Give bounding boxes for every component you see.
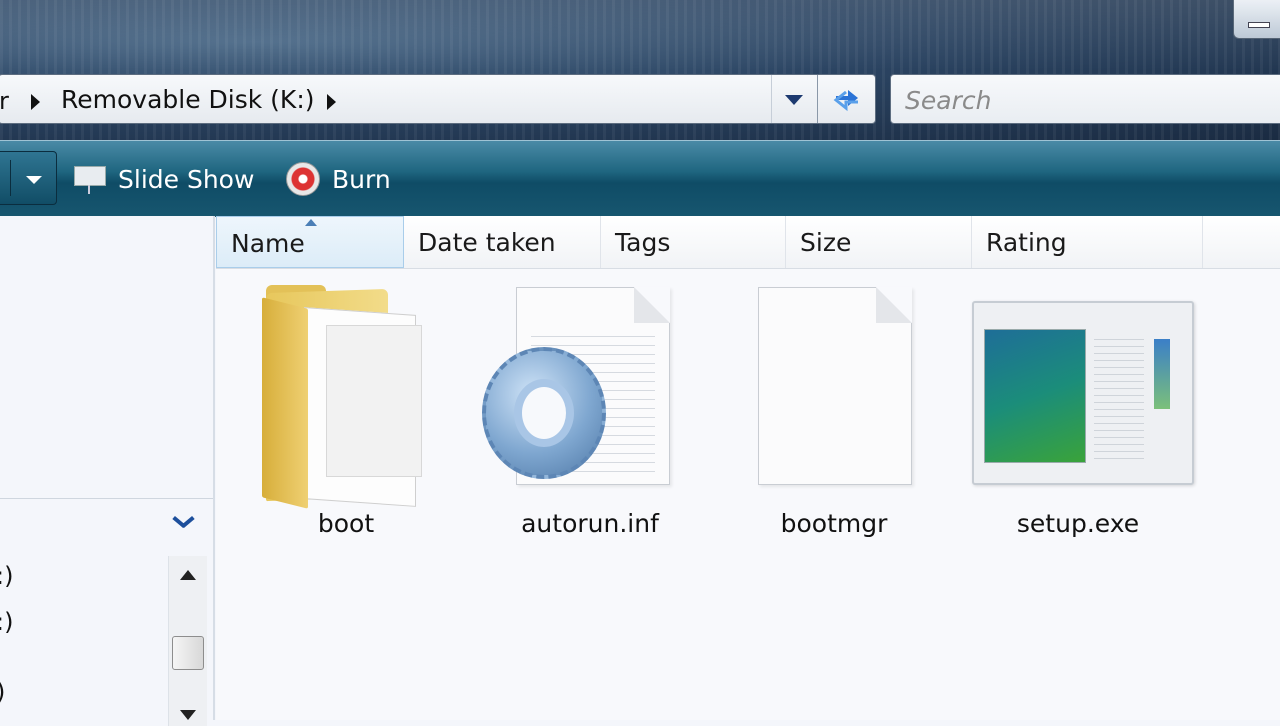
column-header-tags[interactable]: Tags — [601, 216, 786, 268]
command-toolbar: Slide Show Burn — [0, 140, 1280, 217]
nav-divider — [0, 498, 213, 499]
application-window-icon — [972, 301, 1194, 485]
blank-file-icon — [758, 287, 912, 485]
file-item[interactable]: bootmgr — [714, 279, 954, 549]
minimize-button[interactable] — [1233, 0, 1280, 39]
column-header-date-taken[interactable]: Date taken — [404, 216, 601, 268]
file-name: bootmgr — [780, 509, 888, 538]
slide-show-button[interactable]: Slide Show — [72, 159, 254, 199]
tree-item-drive[interactable]: :) — [0, 608, 13, 636]
breadcrumb-previous[interactable]: r — [0, 87, 9, 115]
search-input[interactable] — [903, 83, 1277, 117]
file-name: autorun.inf — [521, 509, 659, 538]
scroll-thumb[interactable] — [172, 636, 204, 670]
views-dropdown-button[interactable] — [0, 151, 57, 205]
file-name: setup.exe — [1016, 509, 1140, 538]
folder-icon — [262, 285, 452, 509]
burn-disc-icon — [286, 162, 320, 196]
file-item[interactable]: setup.exe — [958, 279, 1198, 549]
column-header-label: Rating — [986, 228, 1067, 257]
column-header-label: Tags — [615, 228, 671, 257]
column-header-label: Date taken — [418, 228, 556, 257]
file-list: boot autorun.inf bootmgr setup.exe — [216, 269, 1280, 720]
scroll-up-arrow-icon[interactable] — [180, 570, 196, 580]
address-bar[interactable]: r Removable Disk (K:) — [0, 74, 876, 124]
file-item[interactable]: autorun.inf — [470, 279, 710, 549]
tree-item-drive[interactable]: :) — [0, 562, 13, 590]
refresh-arrows-icon — [833, 90, 858, 112]
settings-gear-icon — [478, 337, 610, 487]
breadcrumb-location[interactable]: Removable Disk (K:) — [61, 85, 315, 114]
column-header-label: Size — [800, 228, 852, 257]
tree-item-drive[interactable]: ) — [0, 678, 5, 706]
file-name: boot — [317, 509, 375, 538]
column-header-row: Name Date taken Tags Size Rating — [216, 216, 1280, 269]
refresh-button[interactable] — [817, 75, 876, 123]
slide-show-label: Slide Show — [118, 164, 255, 194]
column-header-rating[interactable]: Rating — [972, 216, 1203, 268]
search-box[interactable] — [890, 74, 1280, 124]
address-history-dropdown-icon[interactable] — [771, 75, 818, 123]
scroll-down-arrow-icon[interactable] — [180, 710, 196, 720]
sort-ascending-icon — [305, 219, 317, 226]
slide-show-icon — [72, 164, 106, 194]
column-header-size[interactable]: Size — [786, 216, 972, 268]
tree-scrollbar[interactable] — [168, 556, 207, 726]
breadcrumb-separator-icon[interactable] — [31, 94, 40, 110]
folders-collapse-chevron-icon[interactable] — [170, 512, 198, 532]
column-header-label: Name — [231, 229, 305, 258]
column-header-name[interactable]: Name — [216, 216, 404, 268]
navigation-pane: :) :) ) — [0, 216, 215, 726]
burn-label: Burn — [332, 164, 391, 194]
burn-button[interactable]: Burn — [286, 159, 391, 199]
file-item[interactable]: boot — [226, 279, 466, 549]
breadcrumb-separator-icon[interactable] — [327, 94, 336, 110]
